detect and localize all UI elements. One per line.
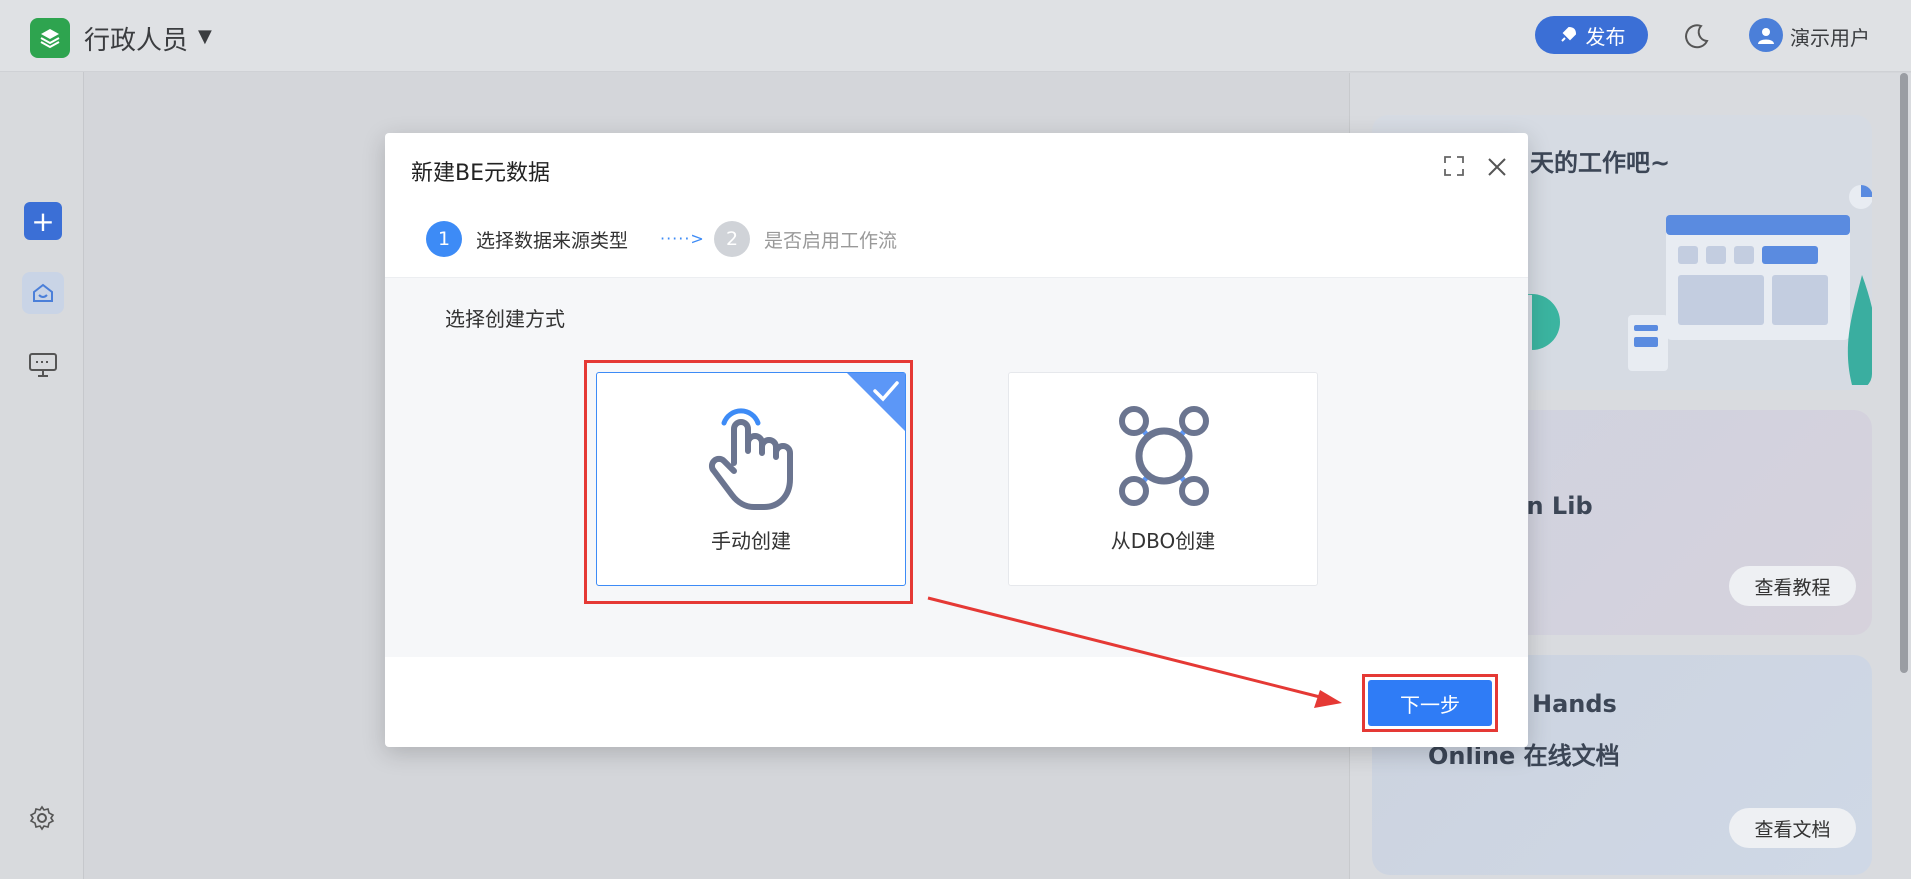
- fullscreen-icon[interactable]: [1443, 155, 1465, 177]
- left-sidebar: [0, 72, 84, 879]
- layers-icon: [40, 29, 60, 49]
- user-name[interactable]: 演示用户: [1790, 22, 1870, 51]
- user-icon: [1758, 28, 1774, 44]
- step-number: 1: [426, 221, 462, 257]
- docs-card-title: Hands: [1532, 690, 1617, 718]
- rocket-icon: [1560, 26, 1576, 42]
- next-button[interactable]: 下一步: [1368, 680, 1492, 726]
- home-icon: [33, 283, 53, 302]
- step-number: 2: [714, 221, 750, 257]
- chevron-down-icon[interactable]: ▼: [198, 26, 212, 47]
- monitor-icon[interactable]: [28, 352, 58, 378]
- close-icon[interactable]: [1485, 155, 1509, 179]
- step-2: 2 是否启用工作流: [714, 221, 897, 257]
- app-logo[interactable]: [30, 18, 70, 58]
- dialog-body: [385, 277, 1528, 657]
- dialog-title: 新建BE元数据: [411, 161, 550, 186]
- gear-icon[interactable]: [28, 804, 56, 832]
- scrollbar[interactable]: [1900, 73, 1908, 673]
- step-1: 1 选择数据来源类型: [426, 221, 628, 257]
- avatar[interactable]: [1749, 18, 1783, 52]
- app-title[interactable]: 行政人员: [84, 20, 188, 57]
- sidebar-item-home[interactable]: [22, 272, 64, 314]
- top-bar: 行政人员 ▼ 发布 演示用户: [0, 0, 1911, 72]
- add-button[interactable]: +: [24, 202, 62, 240]
- choose-method-label: 选择创建方式: [445, 307, 565, 331]
- moon-icon[interactable]: [1683, 22, 1711, 50]
- option-dbo-create[interactable]: 从DBO创建: [1008, 372, 1318, 586]
- publish-button[interactable]: 发布: [1535, 16, 1648, 54]
- network-node-icon: [1119, 406, 1209, 506]
- option-label: 从DBO创建: [1110, 529, 1216, 553]
- step-label: 是否启用工作流: [764, 229, 898, 252]
- create-be-metadata-dialog: 新建BE元数据 1 选择数据来源类型 ·····> 2 是否启用工作流 选择创建…: [385, 133, 1528, 747]
- step-arrow: ·····>: [660, 229, 705, 248]
- publish-label: 发布: [1585, 24, 1626, 49]
- view-docs-button[interactable]: 查看文档: [1729, 808, 1856, 848]
- step-label: 选择数据来源类型: [476, 229, 629, 252]
- view-tutorial-button[interactable]: 查看教程: [1729, 566, 1856, 606]
- welcome-text: 天的工作吧~: [1530, 149, 1671, 177]
- highlight-box-manual: [584, 360, 913, 604]
